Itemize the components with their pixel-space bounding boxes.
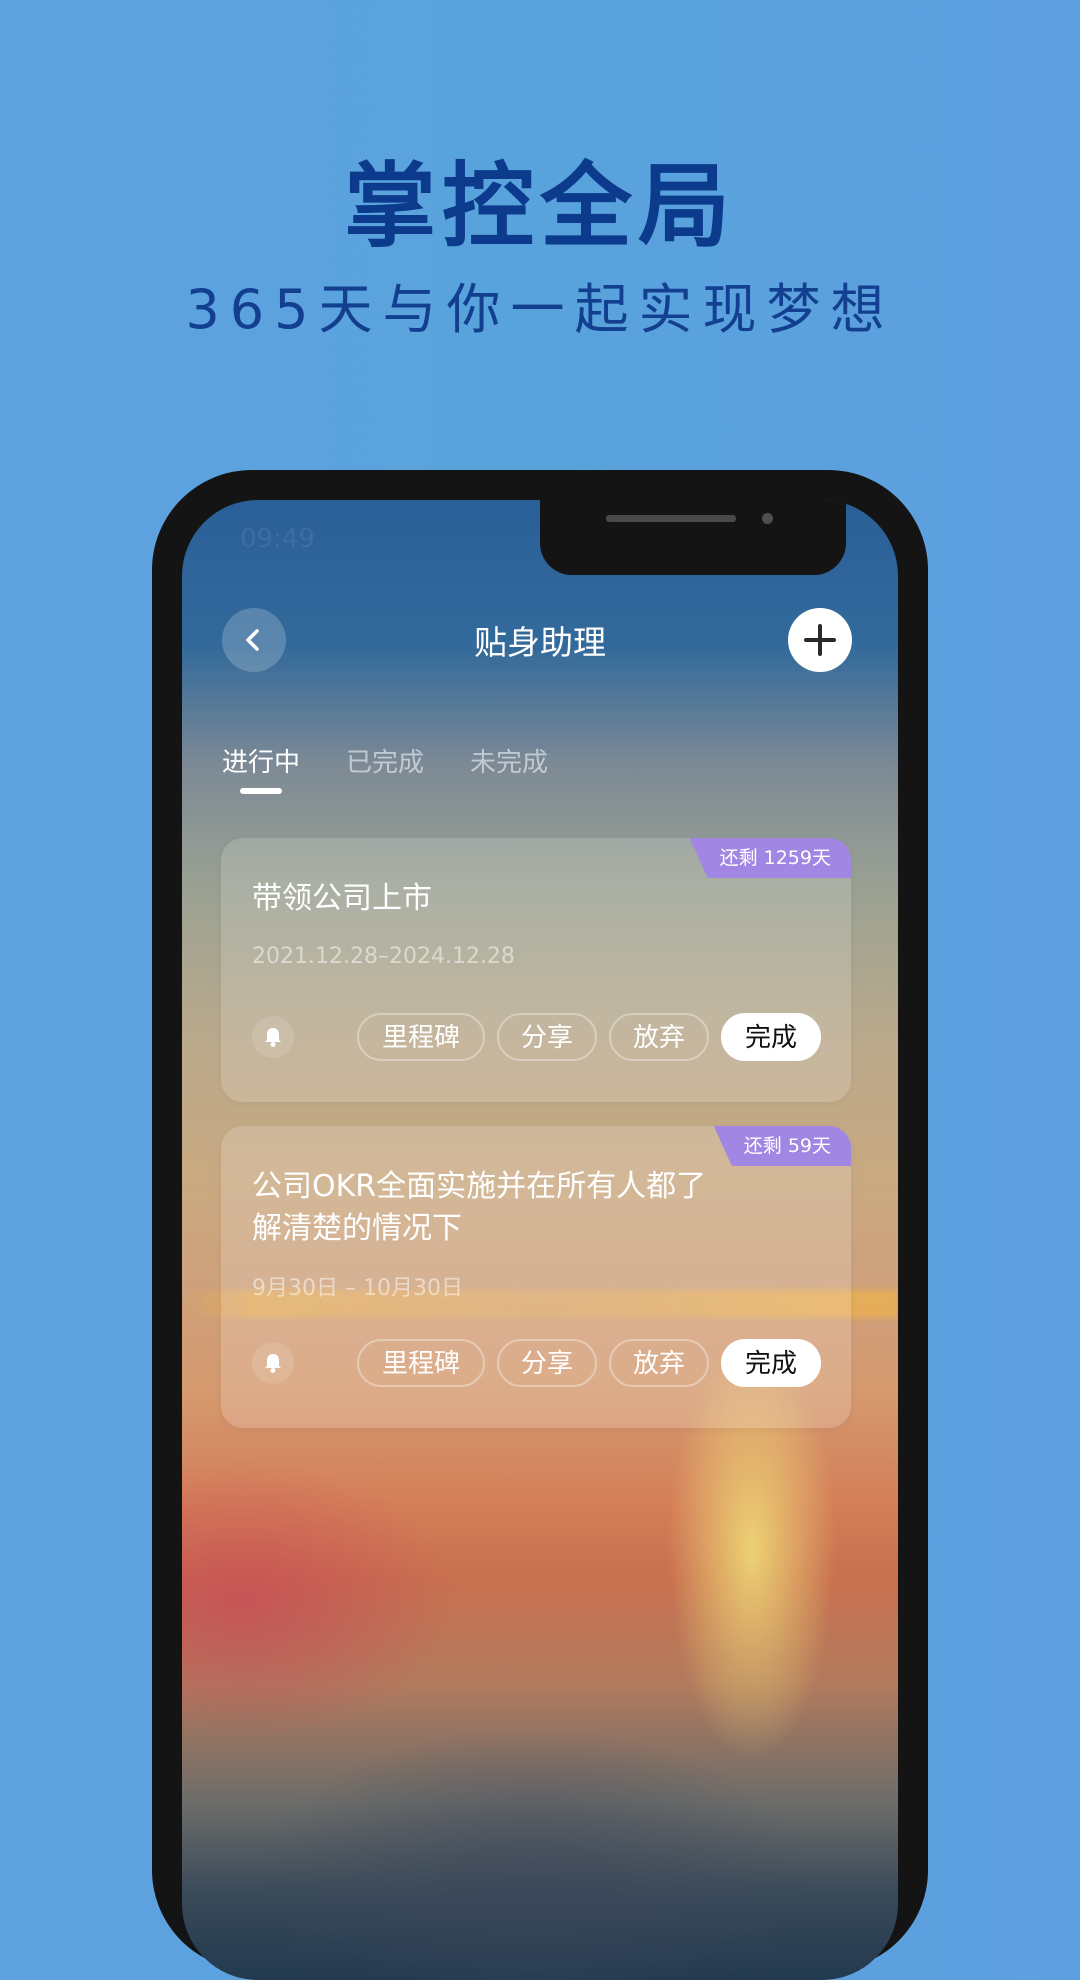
goal-title: 带领公司上市 bbox=[252, 881, 432, 916]
goal-card[interactable]: 还剩 1259天 带领公司上市 2021.12.28–2024.12.28 里程… bbox=[221, 838, 851, 1102]
milestone-button[interactable]: 里程碑 bbox=[357, 1339, 485, 1387]
app-screen: 09:49 贴身助理 进行中 已完成 未完成 还剩 1259天 带领公司上市 2… bbox=[182, 500, 898, 1980]
milestone-button[interactable]: 里程碑 bbox=[357, 1013, 485, 1061]
complete-button[interactable]: 完成 bbox=[721, 1339, 821, 1387]
add-goal-button[interactable] bbox=[788, 608, 852, 672]
days-remaining-badge: 还剩 1259天 bbox=[689, 838, 851, 878]
tab-completed[interactable]: 已完成 bbox=[346, 742, 424, 779]
tab-incomplete[interactable]: 未完成 bbox=[470, 742, 548, 779]
camera bbox=[762, 513, 773, 524]
phone-frame: 09:49 贴身助理 进行中 已完成 未完成 还剩 1259天 带领公司上市 2… bbox=[152, 470, 928, 1980]
promo-subline: 365天与你一起实现梦想 bbox=[185, 278, 895, 341]
tab-label: 进行中 bbox=[222, 748, 301, 778]
tab-label: 未完成 bbox=[470, 748, 549, 778]
goal-actions: 里程碑 分享 放弃 完成 bbox=[252, 1013, 821, 1061]
status-tabs: 进行中 已完成 未完成 bbox=[222, 742, 548, 794]
bell-icon bbox=[265, 1028, 281, 1047]
phone-notch bbox=[540, 500, 846, 575]
reminder-button[interactable] bbox=[252, 1342, 294, 1384]
goal-title: 公司OKR全面实施并在所有人都了解清楚的情况下 bbox=[252, 1169, 707, 1246]
speaker bbox=[606, 515, 736, 522]
goal-actions: 里程碑 分享 放弃 完成 bbox=[252, 1339, 821, 1387]
tab-label: 已完成 bbox=[346, 748, 425, 778]
promo-headline: 掌控全局 bbox=[343, 153, 736, 260]
goal-date-range: 9月30日 – 10月30日 bbox=[252, 1276, 463, 1301]
share-button[interactable]: 分享 bbox=[497, 1339, 597, 1387]
complete-button[interactable]: 完成 bbox=[721, 1013, 821, 1061]
share-button[interactable]: 分享 bbox=[497, 1013, 597, 1061]
bell-icon bbox=[265, 1354, 281, 1373]
tab-in-progress[interactable]: 进行中 bbox=[222, 742, 301, 794]
goal-date-range: 2021.12.28–2024.12.28 bbox=[252, 944, 515, 969]
days-remaining-badge: 还剩 59天 bbox=[713, 1126, 851, 1166]
plus-icon bbox=[804, 624, 836, 656]
give-up-button[interactable]: 放弃 bbox=[609, 1013, 709, 1061]
active-tab-indicator bbox=[240, 788, 282, 794]
reminder-button[interactable] bbox=[252, 1016, 294, 1058]
goal-card[interactable]: 还剩 59天 公司OKR全面实施并在所有人都了解清楚的情况下 9月30日 – 1… bbox=[221, 1126, 851, 1428]
status-time: 09:49 bbox=[240, 524, 315, 554]
give-up-button[interactable]: 放弃 bbox=[609, 1339, 709, 1387]
